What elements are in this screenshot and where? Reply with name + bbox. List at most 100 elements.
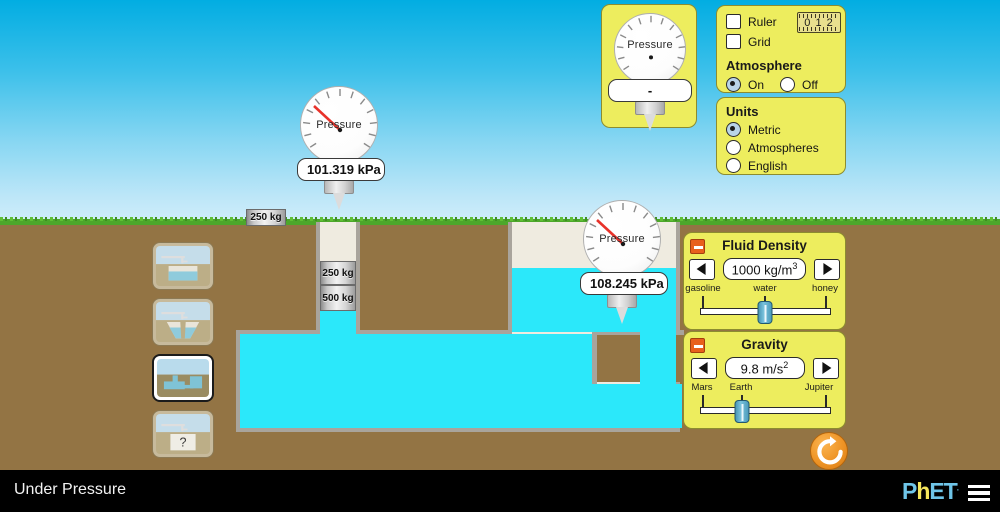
gauge-nozzle-icon [635, 101, 665, 131]
gravity-title: Gravity [741, 337, 788, 352]
atmosphere-off-label[interactable]: Off [802, 78, 818, 92]
atmosphere-on-option[interactable]: On [726, 77, 764, 92]
scene-button-trapezoid-pool[interactable] [152, 298, 214, 346]
gauge-readout: 108.245 kPa [580, 272, 668, 295]
gauge-dial: Pressure [583, 200, 661, 278]
fluid-density-slider[interactable] [692, 295, 839, 325]
units-metric-label[interactable]: Metric [748, 123, 781, 137]
fluid-density-spinner: 1000 kg/m3 [684, 258, 845, 281]
fluid-density-tick-gasoline: gasoline [685, 283, 721, 294]
page-title: Under Pressure [14, 481, 127, 498]
ruler-icon[interactable]: 0 1 2 [797, 12, 841, 33]
atmosphere-title: Atmosphere [726, 58, 802, 73]
units-metric-radio[interactable] [726, 122, 741, 137]
units-panel: Units Metric Atmospheres English [716, 97, 846, 175]
atmosphere-off-radio[interactable] [780, 77, 795, 92]
scene-button-mystery-pool[interactable]: ? [152, 410, 214, 458]
gravity-panel: Gravity 9.8 m/s2 Mars Earth Jupiter [683, 331, 846, 429]
grass-strip [0, 217, 1000, 225]
visibility-control-panel: Ruler 0 1 2 Grid Atmosphere On Off [716, 5, 846, 93]
logo-p: P [901, 478, 917, 504]
gravity-exponent: 2 [783, 360, 789, 370]
mass-block-lower[interactable]: 500 kg [320, 285, 356, 311]
fluid-density-tick-water: water [753, 283, 777, 294]
units-title: Units [726, 104, 759, 119]
fluid-density-value-text: 1000 kg/m [731, 262, 793, 278]
gravity-value[interactable]: 9.8 m/s2 [724, 357, 805, 380]
svg-text:?: ? [179, 436, 186, 450]
gauge-label: Pressure [316, 118, 362, 131]
gauge-label: Pressure [599, 232, 645, 245]
grid-checkbox[interactable] [726, 34, 741, 49]
gauge-readout: 101.319 kPa [297, 158, 385, 181]
reset-icon [817, 436, 843, 465]
scene-button-square-pool[interactable] [152, 242, 214, 290]
scene-button-chamber-pool[interactable] [152, 354, 214, 402]
gravity-decrease-button[interactable] [690, 357, 717, 379]
fluid-density-decrease-button[interactable] [688, 258, 715, 280]
gravity-spinner: 9.8 m/s2 [684, 357, 845, 380]
logo-h: h [916, 478, 930, 504]
pressure-gauge-toolbox[interactable]: Pressure - [608, 13, 692, 131]
gravity-tick-mars: Mars [691, 382, 713, 393]
fluid-density-panel: Fluid Density 1000 kg/m3 gasoline water … [683, 232, 846, 330]
ruler-checkbox-row[interactable]: Ruler [726, 14, 777, 29]
atmosphere-on-radio[interactable] [726, 77, 741, 92]
gravity-increase-button[interactable] [812, 357, 839, 379]
gauge-nozzle-icon [324, 180, 354, 210]
fluid-density-value[interactable]: 1000 kg/m3 [722, 258, 807, 281]
units-english-radio[interactable] [726, 158, 741, 173]
logo-tm: . [956, 483, 959, 493]
fluid-density-tick-honey: honey [812, 283, 838, 294]
atmosphere-off-option[interactable]: Off [780, 77, 818, 92]
atmosphere-on-label[interactable]: On [748, 78, 764, 92]
menu-icon[interactable] [968, 485, 990, 501]
mass-block-ground[interactable]: 250 kg [246, 209, 286, 226]
square-pool-icon [156, 246, 210, 286]
gauge-dial: Pressure [300, 86, 378, 164]
units-option-atmospheres[interactable]: Atmospheres [726, 140, 819, 155]
logo-et: ET [929, 478, 957, 504]
mass-block-upper[interactable]: 250 kg [320, 261, 356, 285]
units-option-metric[interactable]: Metric [726, 122, 781, 137]
gauge-hub-icon [648, 55, 654, 60]
chamber-pool-icon [157, 359, 209, 397]
units-english-label[interactable]: English [748, 159, 787, 173]
units-atmospheres-radio[interactable] [726, 140, 741, 155]
water-left-basin [240, 334, 592, 428]
water-connector [560, 384, 682, 428]
gravity-slider-thumb[interactable] [734, 400, 750, 423]
mystery-pool-icon: ? [156, 414, 210, 454]
pressure-gauge-in-water[interactable]: Pressure 108.245 kPa [580, 200, 668, 324]
phet-logo[interactable]: PhET. [901, 478, 959, 504]
simulation-stage: 250 kg 250 kg 500 kg Pressure 101.319 kP… [0, 0, 1000, 512]
gravity-tick-jupiter: Jupiter [804, 382, 834, 393]
bottom-navbar: Under Pressure PhET. [0, 470, 1000, 512]
water-right-lower [640, 330, 676, 386]
gauge-label: Pressure [627, 39, 673, 52]
gauge-readout: - [608, 79, 692, 102]
fluid-density-increase-button[interactable] [814, 258, 841, 280]
gravity-slider-track[interactable] [700, 407, 831, 414]
gauge-nozzle-icon [607, 294, 637, 324]
fluid-density-slider-thumb[interactable] [757, 301, 773, 324]
units-option-english[interactable]: English [726, 158, 787, 173]
grid-label[interactable]: Grid [748, 35, 771, 49]
gravity-value-text: 9.8 m/s [740, 361, 784, 377]
fluid-density-title: Fluid Density [722, 238, 807, 253]
gravity-tick-earth: Earth [729, 382, 753, 393]
gauge-toolbox-panel[interactable]: Pressure - [601, 4, 697, 131]
pressure-gauge-floating[interactable]: Pressure 101.319 kPa [297, 86, 385, 210]
sky-background [0, 0, 1000, 222]
ruler-label[interactable]: Ruler [748, 15, 777, 29]
units-atmospheres-label[interactable]: Atmospheres [748, 141, 819, 155]
gauge-dial: Pressure [614, 13, 686, 85]
grid-checkbox-row[interactable]: Grid [726, 34, 771, 49]
fluid-density-exponent: 3 [792, 261, 798, 271]
water-shaft [320, 310, 356, 336]
ruler-checkbox[interactable] [726, 14, 741, 29]
gravity-slider[interactable] [692, 394, 839, 424]
trapezoid-pool-icon [156, 302, 210, 342]
wedge-side [592, 330, 597, 384]
reset-all-button[interactable] [810, 432, 848, 470]
